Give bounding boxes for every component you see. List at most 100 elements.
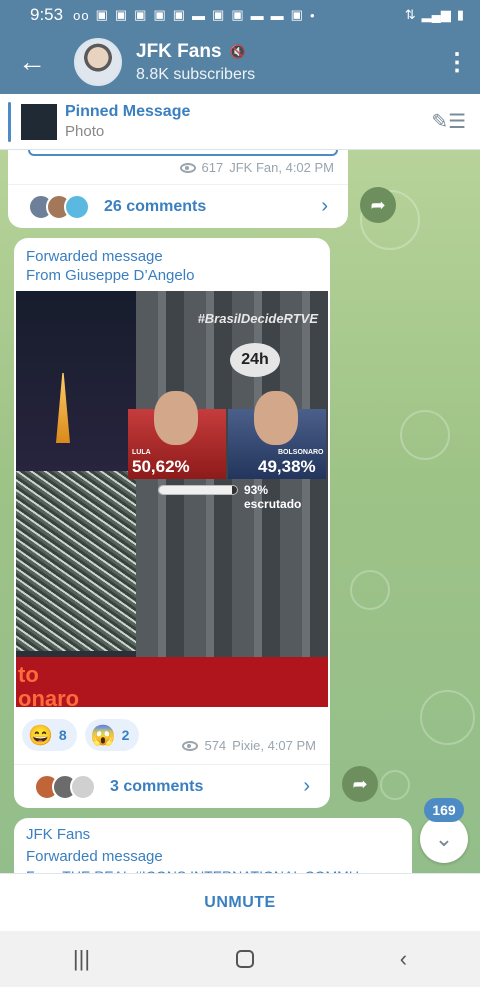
chat-header: ← JFK Fans 🔇 8.8K subscribers ⋮: [0, 30, 480, 94]
reaction-chip[interactable]: 😱 2: [84, 719, 140, 751]
pinned-message-bar[interactable]: Pinned Message Photo ✎☰: [0, 94, 480, 150]
shield-icon: ▣: [172, 7, 187, 22]
system-icons: ⇅ ▂▄▆ ▮: [405, 7, 464, 23]
count-progress: [158, 485, 238, 495]
photo-red-text: to onaro: [18, 662, 80, 708]
eye-icon: [182, 740, 199, 751]
notification-icons: oo ▣ ▣ ▣ ▣ ▣ ▬ ▣ ▣ ▬ ▬ ▣ •: [73, 7, 315, 23]
avatar: [64, 193, 90, 220]
avatar: [70, 773, 96, 800]
reaction-count: 8: [58, 727, 67, 743]
progress-fill: [159, 486, 232, 494]
progress-label: 93% escrutado: [244, 483, 302, 511]
signal-icon: ▂▄▆: [421, 7, 451, 22]
bottom-bar: UNMUTE: [0, 873, 480, 931]
author-time: JFK Fan, 4:02 PM: [229, 160, 334, 175]
photo-hashtag: #BrasilDecideRTVE: [197, 311, 318, 326]
chevron-right-icon: ›: [303, 775, 310, 797]
pin-list-icon: ✎☰: [431, 111, 466, 133]
message-meta: 574 Pixie, 4:07 PM: [182, 738, 316, 753]
comments-label: 3 comments: [110, 777, 204, 795]
recents-icon[interactable]: |||: [73, 946, 90, 972]
share-arrow-icon: ➦: [352, 773, 368, 794]
status-time: 9:53: [30, 5, 64, 24]
grinning-face-icon: 😄: [28, 724, 53, 747]
pinned-title: Pinned Message: [65, 103, 191, 120]
battery-icon: ▮: [456, 7, 464, 22]
forwarded-label: Forwarded message: [26, 848, 163, 865]
view-count: 574: [204, 738, 227, 753]
channel-avatar[interactable]: [74, 38, 122, 86]
shield-icon: ▣: [95, 7, 109, 22]
card-icon: ▬: [250, 7, 265, 23]
message-photo[interactable]: #BrasilDecideRTVE 24h LULA BOLSONARO 50,…: [16, 291, 328, 707]
photo-sky: [16, 291, 146, 491]
doodle: [420, 690, 475, 745]
photo-red-text-line: to: [18, 662, 39, 687]
photo-crowd: [16, 471, 146, 651]
comments-row[interactable]: 26 comments ›: [8, 184, 348, 228]
pinned-subtitle: Photo: [65, 123, 105, 140]
doodle: [380, 770, 410, 800]
chevron-down-icon: ⌄: [434, 826, 454, 851]
more-vert-icon: ⋮: [445, 48, 469, 76]
card-icon: ▬: [270, 7, 285, 23]
voicemail-icon: oo: [73, 7, 90, 23]
more-options-button[interactable]: ⋮: [434, 48, 480, 77]
chevron-right-icon: ›: [321, 195, 328, 217]
forwarded-from[interactable]: From Giuseppe D’Angelo: [26, 266, 194, 285]
candidate-right-pct: 49,38%: [258, 457, 316, 476]
candidate-right-face: [254, 391, 298, 445]
message-card[interactable]: JFK Fans Forwarded message From THE REAL…: [14, 818, 412, 878]
home-icon[interactable]: [235, 950, 254, 968]
subscriber-count: 8.8K subscribers: [136, 65, 256, 83]
doodle: [350, 570, 390, 610]
reaction-chip[interactable]: 😄 8: [22, 719, 77, 751]
share-arrow-icon: ➦: [370, 194, 386, 215]
reactions-row: 😄 8 😱 2: [22, 719, 140, 751]
card-icon: ▬: [192, 7, 207, 23]
shield-icon: ▣: [134, 7, 148, 22]
shield-icon: ▣: [231, 7, 245, 22]
channel-name: JFK Fans: [136, 40, 222, 62]
scroll-down-button[interactable]: ⌄: [420, 815, 468, 863]
back-button[interactable]: ←: [0, 30, 64, 94]
view-count: 617: [201, 160, 224, 175]
message-card[interactable]: 617 JFK Fan, 4:02 PM 26 comments ›: [8, 150, 348, 228]
candidate-left-pct: 50,62%: [132, 457, 190, 476]
dot-icon: •: [309, 7, 316, 23]
channel-info[interactable]: JFK Fans 🔇 8.8K subscribers: [136, 41, 434, 84]
card-top-border: [28, 150, 338, 156]
pinned-list-button[interactable]: ✎☰: [431, 109, 466, 134]
wifi-icon: ⇅: [404, 7, 416, 22]
share-button[interactable]: ➦: [342, 766, 378, 802]
candidate-right-name: BOLSONARO: [278, 449, 324, 456]
photo-24h-bubble: 24h: [230, 343, 280, 377]
share-button[interactable]: ➦: [360, 187, 396, 223]
back-chevron-icon[interactable]: ‹: [400, 946, 407, 972]
shield-icon: ▣: [153, 7, 167, 22]
reaction-count: 2: [121, 727, 130, 743]
candidate-left-name: LULA: [132, 449, 151, 456]
photo-red-text-line: onaro: [18, 686, 80, 708]
unread-badge: 169: [424, 798, 464, 822]
message-card[interactable]: Forwarded message From Giuseppe D’Angelo…: [14, 238, 330, 808]
commenter-avatars: [28, 193, 90, 220]
comments-label: 26 comments: [104, 197, 207, 215]
channel-name-label: JFK Fans: [26, 826, 91, 843]
muted-speaker-icon: 🔇: [229, 43, 246, 59]
shield-icon: ▣: [114, 7, 129, 22]
commenter-avatars: [34, 773, 96, 800]
unmute-button[interactable]: UNMUTE: [204, 894, 275, 912]
comments-row[interactable]: 3 comments ›: [14, 764, 330, 808]
doodle: [400, 410, 450, 460]
system-nav-bar: ||| ‹: [0, 931, 480, 987]
eye-icon: [179, 162, 196, 173]
candidate-left-face: [154, 391, 198, 445]
shield-icon: ▣: [212, 7, 226, 22]
pinned-thumbnail: [21, 103, 57, 140]
message-meta: 617 JFK Fan, 4:02 PM: [179, 160, 334, 175]
forwarded-label: Forwarded message: [26, 248, 163, 265]
status-bar: 9:53 oo ▣ ▣ ▣ ▣ ▣ ▬ ▣ ▣ ▬ ▬ ▣ • ⇅ ▂▄▆ ▮: [0, 0, 480, 30]
author-time: Pixie, 4:07 PM: [232, 738, 316, 753]
